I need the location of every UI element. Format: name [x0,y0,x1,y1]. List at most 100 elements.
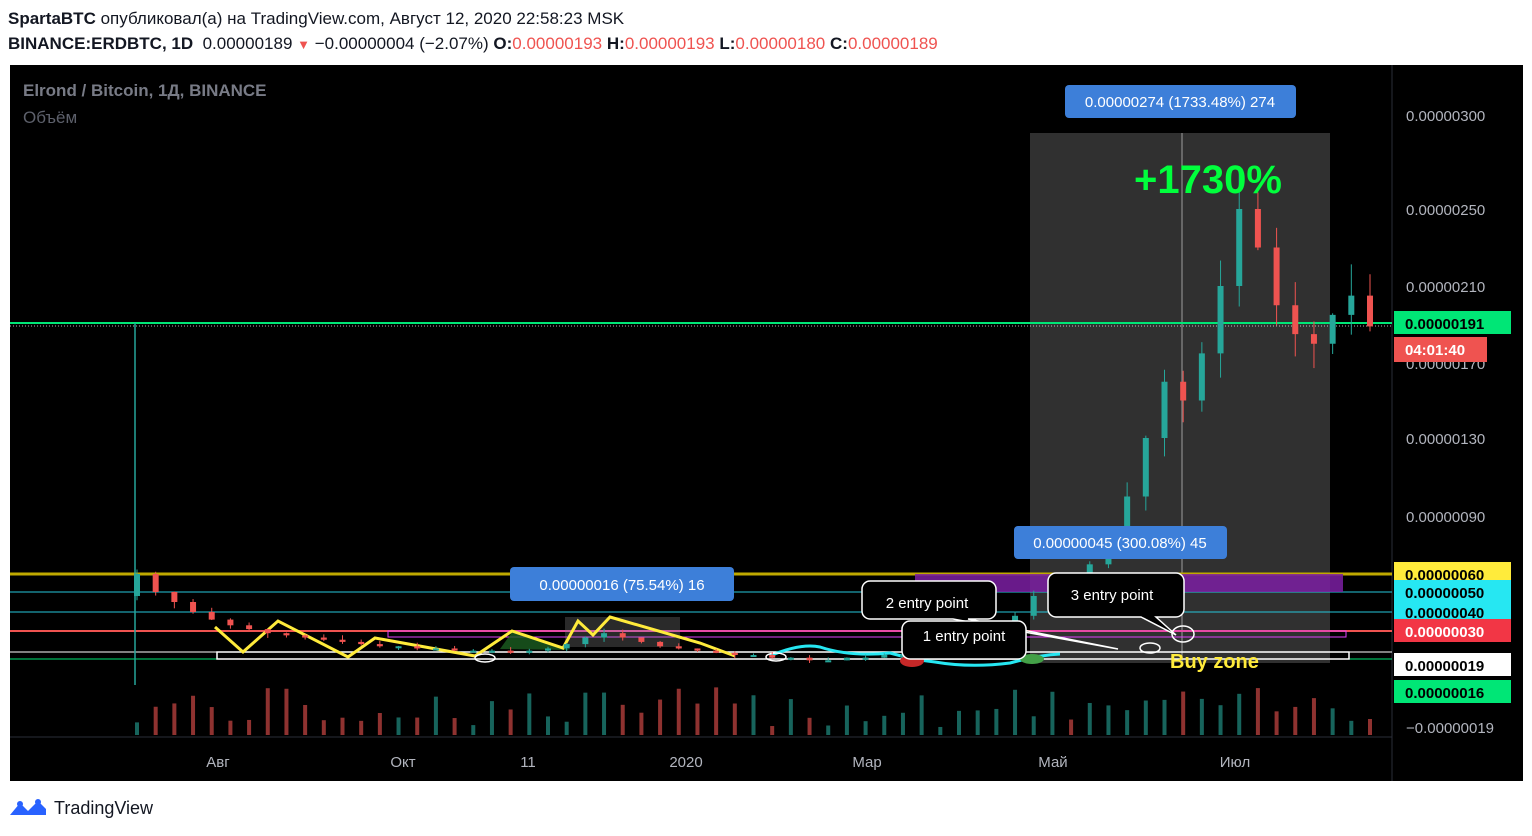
volume-legend: Объём [23,108,77,127]
chart-header: SpartaBTC опубликовал(а) на TradingView.… [8,6,938,57]
volume-bar [1106,705,1111,735]
volume-bar [377,712,382,735]
price-axis[interactable]: 0.000003000.000002500.000002100.00000170… [1406,108,1494,737]
volume-bar [863,721,868,735]
time-tick-label: Мар [852,754,881,771]
candle-body [1273,247,1280,306]
candle-body [1142,438,1149,497]
price-badge-label: 0.00000016 [1405,685,1484,702]
candle-body [1217,286,1224,354]
candle-body [376,644,383,647]
price-tick-label: 0.00000210 [1406,279,1485,296]
volume-bar [919,695,924,735]
time-tick-label: Авг [206,754,230,771]
volume-bar [1218,705,1223,735]
candle-body [171,592,178,602]
candle-body [1180,381,1187,401]
volume-bar [471,725,476,735]
measure-label-mid[interactable]: 0.00000045 (300.08%) 45 [1014,526,1227,559]
candle-body [1030,596,1037,616]
volume-bar [751,695,756,735]
measure-mid-text: 0.00000045 (300.08%) 45 [1033,535,1206,552]
volume-bar [900,712,905,735]
candle-body [358,641,365,645]
callout-entry-1[interactable]: 1 entry point [901,620,1027,660]
tradingview-logo-icon[interactable] [8,797,48,819]
candle-body [432,648,439,651]
price-badge-label: 0.00000030 [1405,624,1484,641]
open-label: O: [493,34,513,53]
volume-bar [340,717,345,735]
author-name[interactable]: SpartaBTC [8,9,96,28]
candle-body [1254,209,1261,248]
candle-body [694,648,701,651]
chart-canvas[interactable]: Elrond / Bitcoin, 1Д, BINANCE Объём 2 en… [10,65,1523,781]
volume-bar [359,720,364,735]
volume-bar [265,688,270,735]
high-value: 0.00000193 [624,34,715,53]
volume-bar [415,717,420,735]
volume-bar [1368,718,1372,735]
volume-bar [1162,699,1167,735]
candle-body [190,602,197,612]
volume-bar [770,726,775,735]
volume-bar [153,706,158,735]
header-line-2: BINANCE:ERDBTC, 1D 0.00000189 ▼ −0.00000… [8,31,938,57]
volume-bar [975,710,980,735]
volume-bar [583,692,588,735]
volume-bar [1199,698,1204,735]
volume-bar [938,726,943,735]
volume-bar [303,704,308,735]
symbol-legend: Elrond / Bitcoin, 1Д, BINANCE [23,81,267,100]
volume-bar [1293,706,1298,735]
candle-body [806,657,813,661]
candle-body [302,635,309,638]
footer-brand[interactable]: TradingView [54,798,153,819]
high-label: H: [606,34,625,53]
volume-bar [620,704,625,735]
candle-body [1310,334,1317,344]
candle-body [1367,295,1373,327]
candle-body [264,629,271,634]
volume-bar [1125,710,1130,735]
volume-bar [1181,691,1186,735]
volume-bar [321,720,326,735]
published-text: опубликовал(а) на TradingView.com, Авгус… [100,9,625,28]
candle-body [414,646,421,649]
volume-bar [639,712,644,735]
volume-bar [676,688,681,735]
entry-marker-a [474,653,496,663]
volume-bar [247,719,252,735]
volume-bar [172,703,177,735]
volume-bar [1069,719,1074,735]
buy-zone-label: Buy zone [1170,651,1259,673]
countdown-badge: 04:01:40 [1394,337,1487,362]
candle-body [619,633,626,638]
candle-body [638,637,645,642]
countdown-text: 04:01:40 [1405,342,1465,359]
volume-bar [546,716,550,735]
low-label: L: [719,34,736,53]
volume-bar [135,722,139,735]
measure-label-left[interactable]: 0.00000016 (75.54%) 16 [510,567,734,601]
volume-bars [135,687,1372,735]
candle-body [657,641,664,647]
volume-bar [826,725,831,735]
candle-body [713,650,720,653]
time-axis[interactable]: Авг Окт 11 2020 Мар Май Июл [206,754,1250,771]
candle-body [582,637,589,645]
volume-bar [1050,691,1055,735]
volume-bar [844,705,849,735]
chart-panel[interactable]: Elrond / Bitcoin, 1Д, BINANCE Объём 2 en… [10,65,1523,781]
price-tick-label: 0.00000130 [1406,431,1485,448]
measure-label-top[interactable]: 0.00000274 (1733.48%) 274 [1065,85,1296,118]
candle-body [320,637,327,640]
candle-body [152,574,159,592]
volume-bar [191,695,196,735]
candle-body [1236,209,1243,286]
candle-body [470,650,477,653]
volume-bar [732,703,737,735]
candle-body [283,633,290,636]
volume-bar [957,710,961,735]
volume-bar [396,717,401,735]
